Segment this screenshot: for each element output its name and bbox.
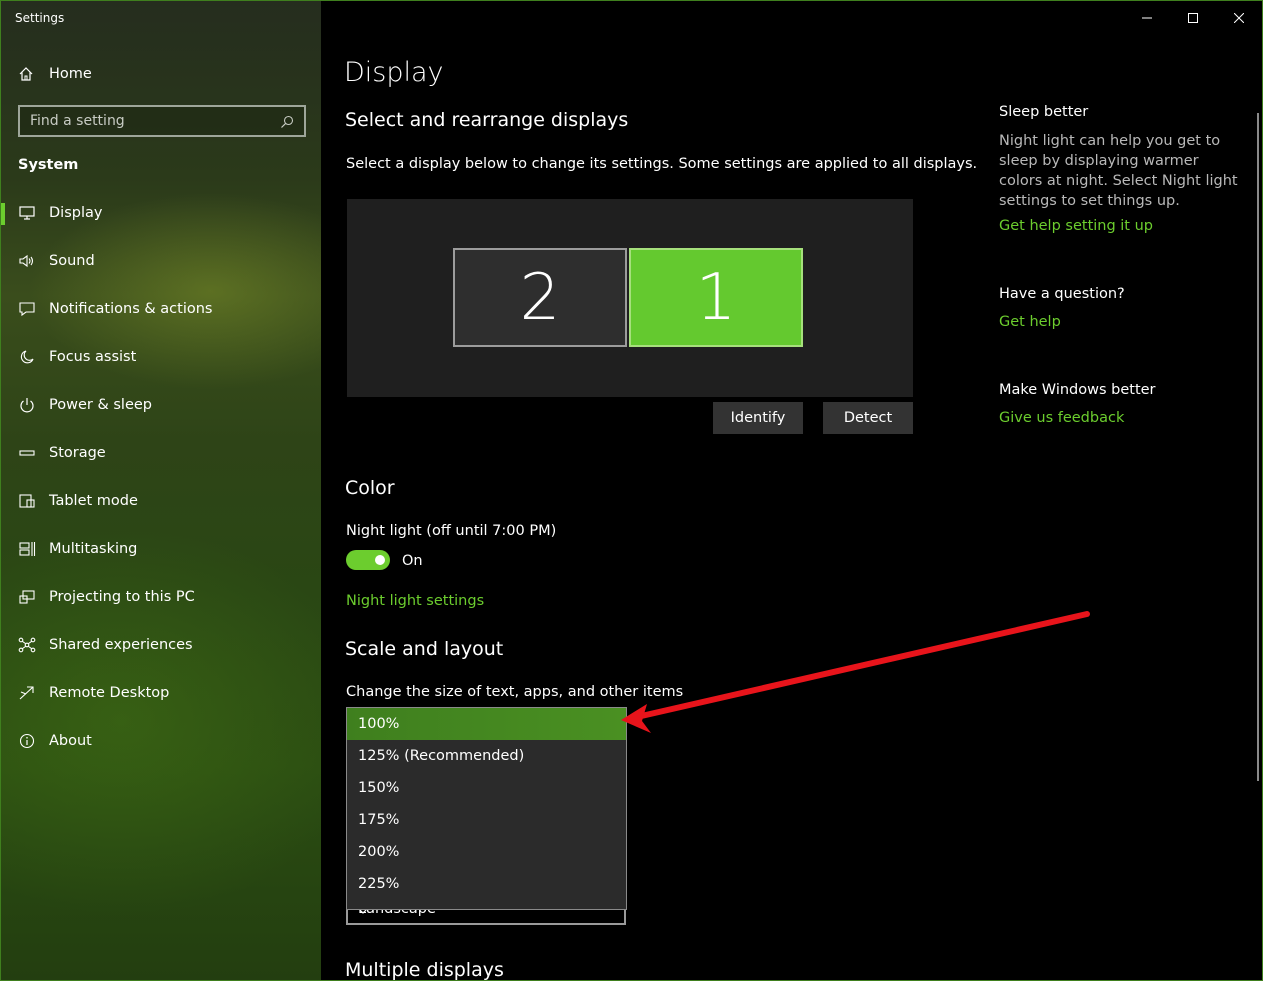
settings-window: Settings Home System Display — [0, 0, 1263, 981]
annotation-arrow — [621, 611, 1090, 733]
